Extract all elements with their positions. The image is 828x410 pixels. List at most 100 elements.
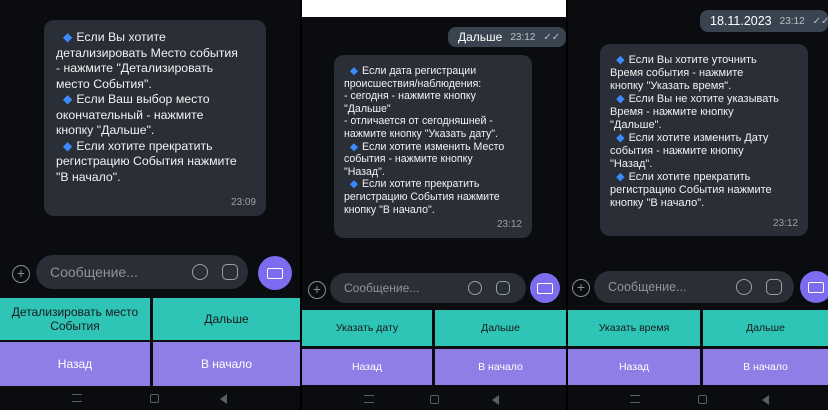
back-nav-icon[interactable] bbox=[762, 395, 769, 405]
message-line-text: - нажмите "Детализировать bbox=[56, 61, 214, 75]
attach-icon[interactable]: + bbox=[12, 265, 30, 283]
detail-place-button-label: Детализировать место События bbox=[11, 305, 139, 333]
back-nav-icon[interactable] bbox=[492, 395, 499, 405]
message-line: нажмите кнопку "Указать дату". bbox=[344, 128, 522, 141]
message-line-text: регистрацию События нажмите bbox=[344, 190, 500, 203]
keyboard-button[interactable] bbox=[530, 273, 560, 303]
next-button-label: Дальше bbox=[204, 312, 249, 326]
diamond-icon: ◆ bbox=[616, 132, 625, 144]
bot-message-bubble: ◆ Если Вы хотите уточнить Время события - … bbox=[600, 44, 808, 236]
message-line: детализировать Место события bbox=[56, 46, 254, 62]
back-nav-icon[interactable] bbox=[220, 394, 227, 404]
message-line-text: Если хотите прекратить bbox=[628, 171, 751, 183]
double-check-icon: ✓✓ bbox=[812, 15, 828, 27]
message-line-text: Если дата регистрации bbox=[362, 65, 477, 77]
message-input[interactable]: Сообщение... bbox=[36, 255, 248, 289]
message-text: ◆ Если дата регистрации происшествия/наблю… bbox=[344, 65, 522, 216]
start-button-label: В начало bbox=[200, 357, 253, 371]
set-date-button-label: Указать дату bbox=[335, 322, 399, 334]
message-line: ◆ Если хотите прекратить bbox=[56, 139, 254, 155]
message-line-text: кнопку "В начало". bbox=[610, 197, 705, 209]
message-line-text: "В начало". bbox=[56, 169, 121, 184]
message-line: кнопку "Указать время". bbox=[610, 80, 798, 93]
start-button[interactable]: В начало bbox=[153, 342, 300, 386]
message-line: регистрацию События нажмите bbox=[610, 184, 798, 197]
message-line-text: окончательный - нажмите bbox=[56, 107, 204, 122]
keyboard-icon bbox=[537, 282, 553, 294]
message-line-text: кнопку "В начало". bbox=[344, 203, 435, 216]
diamond-icon: ◆ bbox=[616, 54, 625, 66]
keyboard-button[interactable] bbox=[800, 271, 828, 303]
diamond-icon: ◆ bbox=[349, 178, 359, 191]
home-icon[interactable] bbox=[430, 395, 439, 404]
message-line: регистрацию События нажмите bbox=[344, 191, 522, 204]
sticker-icon[interactable] bbox=[222, 264, 238, 280]
recent-apps-icon[interactable] bbox=[364, 395, 374, 403]
message-text: ◆ Если Вы хотите детализировать Место собы… bbox=[56, 30, 254, 185]
recent-apps-icon[interactable] bbox=[630, 395, 640, 403]
message-input-placeholder: Сообщение... bbox=[608, 280, 687, 294]
user-message-bubble: Дальше 23:12 ✓✓ bbox=[448, 27, 566, 47]
set-time-button[interactable]: Указать время bbox=[568, 310, 700, 346]
emoji-icon[interactable] bbox=[192, 264, 208, 280]
system-nav-bar bbox=[0, 386, 300, 410]
start-button[interactable]: В начало bbox=[703, 349, 828, 385]
user-message-bubble: 18.11.2023 23:12 ✓✓ bbox=[700, 10, 828, 32]
message-line: "Дальше". bbox=[610, 119, 798, 132]
message-line: ◆ Если Вы хотите уточнить bbox=[610, 54, 798, 67]
message-line: ◆ Если Вы хотите bbox=[56, 30, 254, 46]
message-line: события - нажмите кнопку bbox=[610, 145, 798, 158]
message-line: ◆ Если хотите прекратить bbox=[344, 178, 522, 191]
message-text: ◆ Если Вы хотите уточнить Время события - … bbox=[610, 54, 798, 210]
start-button[interactable]: В начало bbox=[435, 349, 566, 385]
message-line: Время события - нажмите bbox=[610, 67, 798, 80]
detail-place-button[interactable]: Детализировать место События bbox=[0, 298, 150, 340]
start-button-label: В начало bbox=[478, 361, 523, 373]
next-button[interactable]: Дальше bbox=[153, 298, 300, 340]
recent-apps-icon[interactable] bbox=[72, 394, 82, 402]
message-input[interactable]: Сообщение... bbox=[594, 271, 794, 303]
set-date-button[interactable]: Указать дату bbox=[302, 310, 432, 346]
message-line: ◆ Если дата регистрации bbox=[344, 65, 522, 78]
message-line-text: происшествия/наблюдения: bbox=[344, 77, 482, 90]
bot-message-bubble: ◆ Если дата регистрации происшествия/наблю… bbox=[334, 55, 532, 238]
back-button[interactable]: Назад bbox=[0, 342, 150, 386]
message-line-text: Если Ваш выбор место bbox=[76, 92, 210, 106]
message-time: 23:09 bbox=[230, 196, 256, 208]
next-button[interactable]: Дальше bbox=[435, 310, 566, 346]
home-icon[interactable] bbox=[150, 394, 159, 403]
diamond-icon: ◆ bbox=[62, 92, 73, 106]
sticker-icon[interactable] bbox=[496, 281, 510, 295]
back-button-label: Назад bbox=[618, 361, 650, 373]
message-line-text: - отличается от сегодняшней - bbox=[344, 115, 493, 128]
keyboard-button[interactable] bbox=[258, 256, 292, 290]
message-line-text: кнопку "Указать время". bbox=[610, 80, 732, 92]
message-time: 23:12 bbox=[496, 219, 522, 231]
diamond-icon: ◆ bbox=[616, 171, 625, 183]
message-line-text: регистрацию События нажмите bbox=[610, 184, 772, 196]
home-icon[interactable] bbox=[698, 395, 707, 404]
sticker-icon[interactable] bbox=[766, 279, 782, 295]
back-button[interactable]: Назад bbox=[302, 349, 432, 385]
message-line: кнопку "Дальше". bbox=[56, 123, 254, 139]
back-button[interactable]: Назад bbox=[568, 349, 700, 385]
emoji-icon[interactable] bbox=[736, 279, 752, 295]
user-message-text: 18.11.2023 bbox=[710, 14, 772, 28]
message-line: ◆ Если Ваш выбор место bbox=[56, 92, 254, 108]
attach-icon[interactable]: + bbox=[572, 279, 590, 297]
next-button[interactable]: Дальше bbox=[703, 310, 828, 346]
message-line-text: место События". bbox=[56, 76, 152, 91]
message-line: события - нажмите кнопку bbox=[344, 153, 522, 166]
diamond-icon: ◆ bbox=[616, 93, 625, 105]
message-line: кнопку "В начало". bbox=[610, 197, 798, 210]
diamond-icon: ◆ bbox=[62, 30, 73, 44]
emoji-icon[interactable] bbox=[468, 281, 482, 295]
message-line: кнопку "В начало". bbox=[344, 204, 522, 217]
message-line: "Назад". bbox=[344, 166, 522, 179]
attach-icon[interactable]: + bbox=[308, 281, 326, 299]
message-line: ◆ Если хотите прекратить bbox=[610, 171, 798, 184]
message-line: "В начало". bbox=[56, 170, 254, 186]
keyboard-icon bbox=[267, 267, 283, 279]
message-time: 23:12 bbox=[772, 218, 798, 229]
message-line-text: Если хотите прекратить bbox=[362, 178, 480, 191]
